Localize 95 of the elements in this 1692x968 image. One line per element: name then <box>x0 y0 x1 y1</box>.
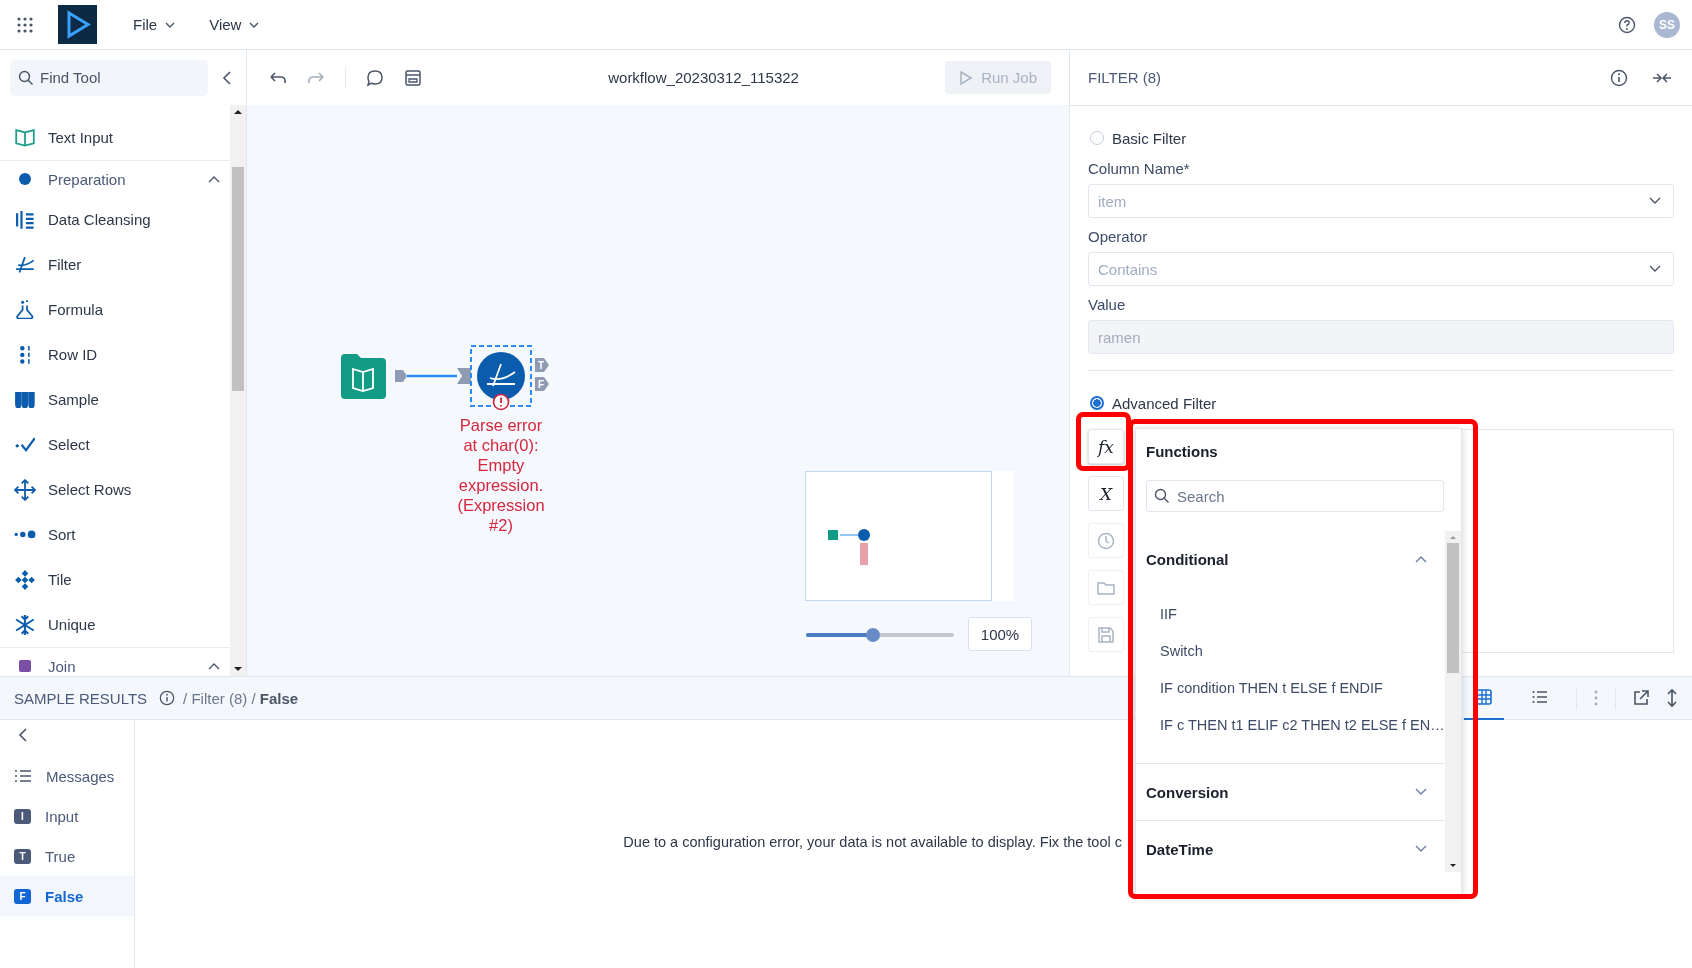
results-nav-item[interactable]: Messages <box>0 756 134 796</box>
tool-list-item[interactable]: Select <box>0 422 230 467</box>
tool-list-item[interactable]: Data Cleansing <box>0 197 230 242</box>
tool-list-item[interactable]: Sort <box>0 512 230 557</box>
field-label: Value <box>1088 296 1127 313</box>
caret-icon <box>165 21 176 28</box>
external-link-icon[interactable] <box>1632 689 1650 707</box>
book-icon <box>14 127 36 148</box>
diamond-grid-icon <box>14 568 36 591</box>
basic-filter-radio[interactable]: Basic Filter <box>1088 126 1674 150</box>
tool-list-item[interactable]: Tile <box>0 557 230 602</box>
results-nav-item[interactable]: F False <box>0 876 134 916</box>
error-icon <box>492 393 510 411</box>
chevron-icon <box>1649 265 1661 273</box>
filter-node[interactable] <box>477 352 525 400</box>
chevron-icon <box>1649 197 1661 205</box>
selection-frame <box>470 345 532 407</box>
chevron-icon[interactable] <box>208 662 220 670</box>
scrollbar-thumb[interactable] <box>232 167 244 391</box>
tool-list-item[interactable]: Select Rows <box>0 467 230 512</box>
editor-tool-button[interactable]: X <box>1088 476 1124 511</box>
caret-icon <box>249 21 260 28</box>
tool-list-item[interactable]: Text Input <box>0 115 230 160</box>
input-port[interactable] <box>457 368 471 384</box>
editor-tool-button[interactable]: fx <box>1088 429 1124 464</box>
back-icon[interactable] <box>18 728 28 742</box>
function-item[interactable]: Switch <box>1160 632 1445 669</box>
search-field[interactable]: Find Tool <box>10 59 208 96</box>
container-icon[interactable] <box>404 68 422 87</box>
search-icon <box>18 69 34 86</box>
info-icon[interactable] <box>159 690 176 706</box>
connector-line <box>407 374 457 378</box>
resize-icon[interactable] <box>1666 688 1678 708</box>
output-port[interactable] <box>395 370 407 382</box>
list-icon <box>1531 688 1549 706</box>
collapse-icon[interactable] <box>222 70 232 85</box>
function-group-header[interactable]: Conditional <box>1136 531 1445 587</box>
tool-list-item[interactable]: Filter <box>0 242 230 287</box>
search-icon <box>1154 488 1170 504</box>
list-icon <box>14 768 32 784</box>
field-label: Column Name* <box>1088 160 1191 177</box>
menu-button[interactable]: File <box>127 12 182 37</box>
help-icon[interactable] <box>1618 15 1636 34</box>
info-icon[interactable] <box>1610 68 1628 87</box>
function-item[interactable]: IIF <box>1160 595 1445 632</box>
numbered-dots-icon <box>18 344 32 365</box>
snowflake-icon <box>15 613 35 636</box>
text-input-node[interactable] <box>341 354 386 399</box>
function-item[interactable]: IF c THEN t1 ELIF c2 THEN t2 ELSE f EN… <box>1160 706 1445 743</box>
breadcrumb: / Filter (8) / False <box>183 689 299 707</box>
slider-thumb[interactable] <box>865 628 880 642</box>
tool-list-item[interactable]: Sample <box>0 377 230 422</box>
error-message: Parse error at char(0): Empty expression. (Expression #2) <box>456 415 546 535</box>
grid-icon <box>1475 688 1493 706</box>
scrollbar-thumb[interactable] <box>1447 543 1459 673</box>
checkmark-icon <box>14 437 36 452</box>
results-nav-item[interactable]: I Input <box>0 796 134 836</box>
popup-title: Functions <box>1146 443 1219 460</box>
advanced-filter-radio[interactable]: Advanced Filter <box>1088 391 1674 415</box>
app-launcher-icon[interactable] <box>16 15 34 34</box>
tool-list-item[interactable]: Row ID <box>0 332 230 377</box>
search-field[interactable]: Search <box>1146 480 1444 512</box>
flask-icon <box>16 299 34 320</box>
results-nav-item[interactable]: T True <box>0 836 134 876</box>
results-message: Due to a configuration error, your data is not available to display. Fix the tool c <box>623 834 1122 850</box>
menu-button[interactable]: View <box>203 12 266 37</box>
port-badge: F <box>14 888 31 904</box>
dots-icon <box>14 530 36 539</box>
chevron-icon <box>1415 555 1427 563</box>
port-badge: T <box>14 848 31 864</box>
chevron-icon[interactable] <box>208 175 220 183</box>
filter-icon <box>15 255 35 274</box>
tool-list-item[interactable]: Preparation <box>0 160 230 197</box>
comment-icon[interactable] <box>366 68 384 87</box>
field-label: Operator <box>1088 228 1149 245</box>
clock-icon <box>1096 530 1116 551</box>
chevron-icon <box>1415 788 1427 796</box>
port-badge: I <box>14 808 31 824</box>
undo-icon[interactable] <box>269 70 287 85</box>
bars-icon <box>15 209 35 230</box>
zoom-slider[interactable] <box>806 628 954 642</box>
play-icon <box>959 69 974 86</box>
workflow-title: workflow_20230312_115322 <box>607 69 800 86</box>
results-title: SAMPLE RESULTS <box>14 689 148 707</box>
tool-list-item[interactable]: Unique <box>0 602 230 647</box>
collapse-panel-icon[interactable] <box>1652 70 1672 85</box>
zoom-reading[interactable]: 100% <box>968 617 1032 651</box>
test-tubes-icon <box>15 390 35 409</box>
function-item[interactable]: IF condition THEN t ELSE f ENDIF <box>1160 669 1445 706</box>
logo-icon <box>58 5 97 44</box>
chevron-icon <box>1415 845 1427 853</box>
save-icon <box>1096 624 1116 645</box>
crosshair-icon <box>14 478 36 501</box>
tool-list-item[interactable]: Formula <box>0 287 230 332</box>
panel-title: FILTER (8) <box>1088 69 1163 86</box>
